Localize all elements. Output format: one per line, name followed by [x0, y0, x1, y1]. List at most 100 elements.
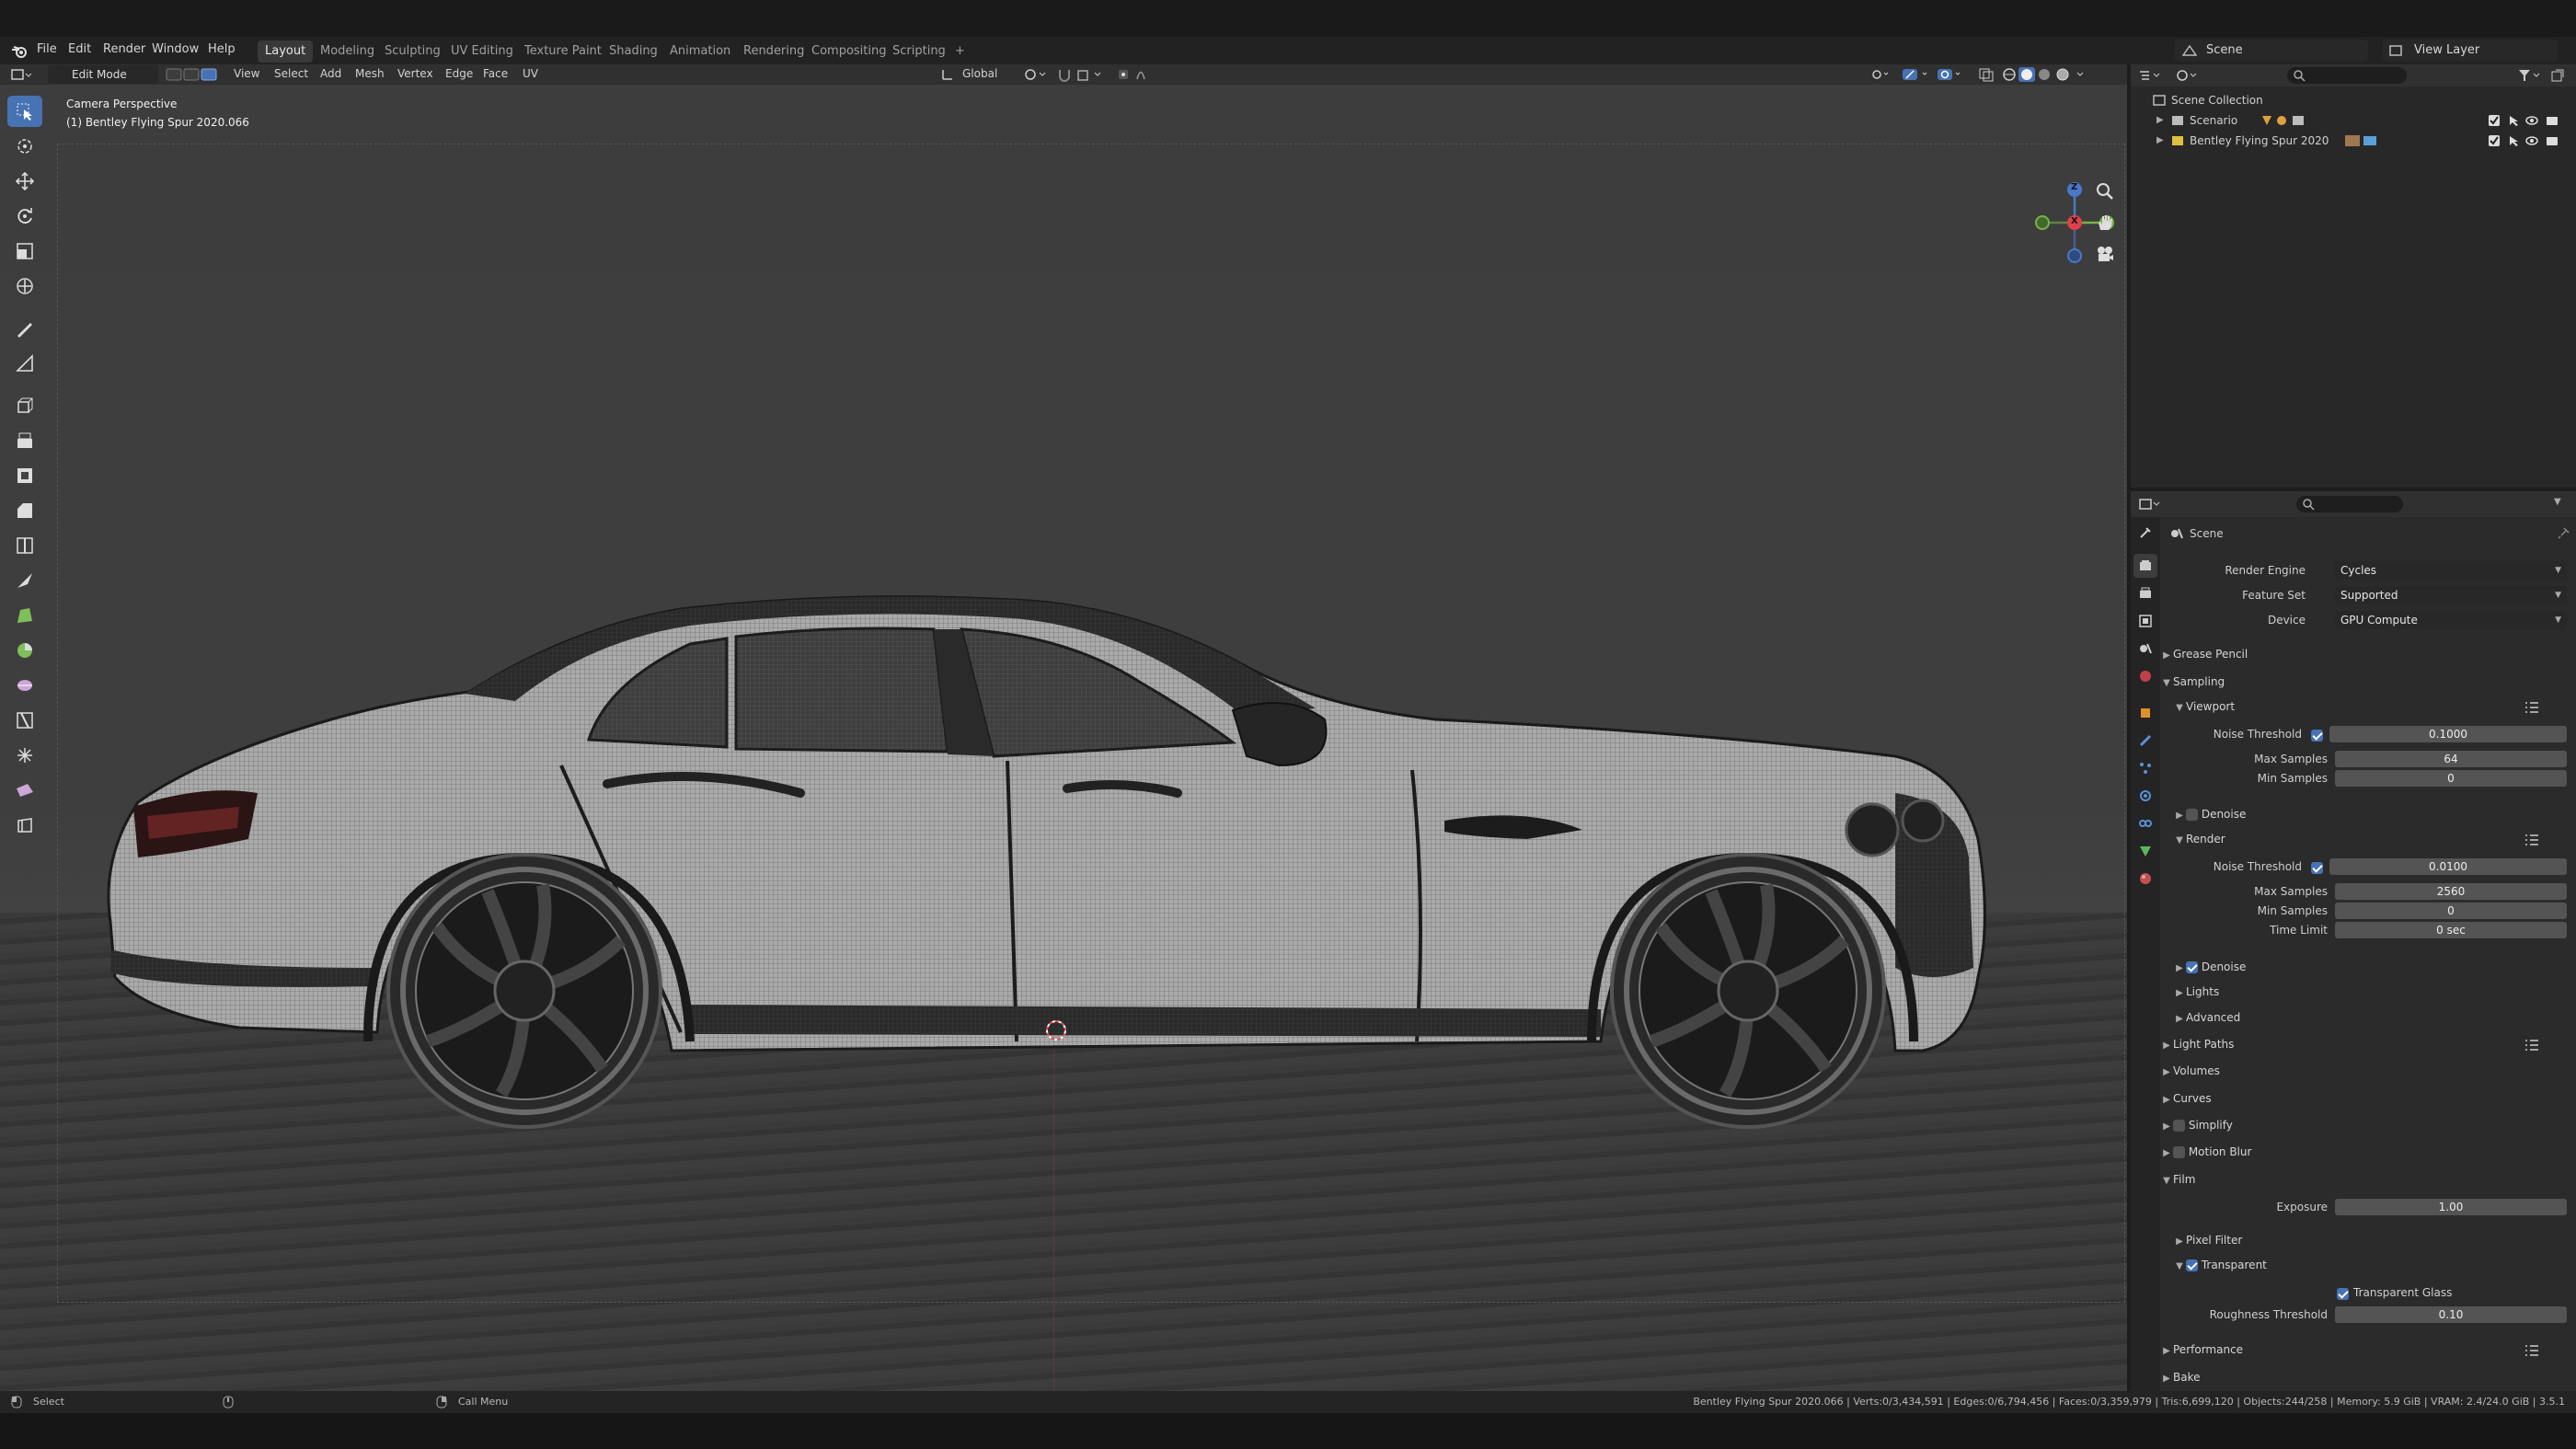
blender-logo-icon[interactable]: [11, 44, 28, 59]
tab-texture-paint[interactable]: Texture Paint: [517, 40, 609, 63]
subsection-advanced[interactable]: ▶ Advanced: [2160, 1007, 2576, 1028]
menu-face[interactable]: Face: [483, 67, 508, 80]
tab-modeling[interactable]: Modeling: [313, 40, 382, 63]
menu-select[interactable]: Select: [274, 67, 308, 80]
poly-build-tool-icon[interactable]: [7, 600, 42, 631]
transparent-glass-checkbox[interactable]: [2337, 1288, 2349, 1300]
visibility-icons[interactable]: [1871, 67, 1963, 82]
r-min-samples-field[interactable]: 0: [2335, 903, 2567, 919]
add-workspace-button[interactable]: +: [948, 40, 972, 63]
section-light-paths[interactable]: ▶ Light Paths: [2160, 1034, 2576, 1054]
vp-noise-threshold-checkbox[interactable]: [2311, 730, 2323, 742]
time-limit-field[interactable]: 0 sec: [2335, 922, 2567, 938]
chevron-down-icon[interactable]: ▼: [2554, 497, 2561, 507]
pan-hand-icon[interactable]: [2096, 213, 2114, 232]
tab-animation[interactable]: Animation: [662, 40, 738, 63]
scene-tab-icon[interactable]: [2133, 637, 2157, 661]
section-sampling[interactable]: ▼ Sampling: [2160, 672, 2576, 692]
select-box-tool-icon[interactable]: [7, 96, 42, 127]
preset-list-icon[interactable]: [2524, 1344, 2539, 1357]
roughness-threshold-field[interactable]: 0.10: [2335, 1306, 2567, 1323]
3d-viewport[interactable]: Camera Perspective (1) Bentley Flying Sp…: [0, 85, 2127, 1391]
r-max-samples-field[interactable]: 2560: [2335, 883, 2567, 900]
preset-list-icon[interactable]: [2524, 1039, 2539, 1052]
menu-mesh[interactable]: Mesh: [355, 67, 385, 80]
subsection-vp-denoise[interactable]: ▶ Denoise: [2160, 804, 2576, 824]
orientation-selector[interactable]: Global: [962, 67, 997, 80]
section-simplify[interactable]: ▶ Simplify: [2160, 1115, 2576, 1135]
render-denoise-checkbox[interactable]: [2186, 961, 2198, 973]
r-noise-threshold-field[interactable]: 0.0100: [2329, 858, 2567, 875]
menu-view[interactable]: View: [234, 67, 259, 80]
subsection-render[interactable]: ▼ Render: [2160, 829, 2576, 849]
tab-scripting[interactable]: Scripting: [885, 40, 953, 63]
rotate-tool-icon[interactable]: [7, 201, 42, 232]
edge-slide-tool-icon[interactable]: [7, 705, 42, 736]
feature-set-select[interactable]: Supported ▼: [2335, 586, 2567, 604]
view-layer-selector[interactable]: View Layer: [2383, 40, 2558, 62]
section-bake[interactable]: ▶ Bake: [2160, 1367, 2576, 1387]
menu-edge[interactable]: Edge: [445, 67, 473, 80]
section-performance[interactable]: ▶ Performance: [2160, 1340, 2576, 1360]
section-volumes[interactable]: ▶ Volumes: [2160, 1061, 2576, 1081]
outliner-search-input[interactable]: [2287, 67, 2407, 84]
preset-list-icon[interactable]: [2524, 701, 2539, 714]
mode-selector[interactable]: Edit Mode: [48, 65, 158, 84]
vp-denoise-checkbox[interactable]: [2186, 809, 2198, 821]
editor-type-icon[interactable]: [11, 67, 33, 82]
menu-window[interactable]: Window: [152, 42, 199, 56]
outliner-row-scenario[interactable]: ▶ Scenario: [2131, 110, 2576, 131]
shrink-fatten-tool-icon[interactable]: [7, 740, 42, 771]
xray-toggle-icon[interactable]: [1978, 67, 1995, 82]
row-visibility-icons[interactable]: [2488, 114, 2570, 127]
object-tab-icon[interactable]: [2133, 701, 2157, 725]
menu-render[interactable]: Render: [103, 42, 145, 56]
tool-tab-icon[interactable]: [2133, 521, 2157, 545]
subsection-lights[interactable]: ▶ Lights: [2160, 982, 2576, 1002]
subsection-transparent[interactable]: ▼ Transparent: [2160, 1255, 2576, 1275]
outliner-row-scene-collection[interactable]: Scene Collection: [2131, 90, 2576, 110]
proportional-edit-icon[interactable]: [1117, 67, 1154, 82]
properties-search-input[interactable]: [2296, 496, 2403, 512]
scene-selector[interactable]: Scene: [2175, 40, 2368, 62]
expand-arrow-icon[interactable]: ▶: [2156, 131, 2164, 151]
pivot-icon[interactable]: [1023, 67, 1049, 82]
tab-compositing[interactable]: Compositing: [804, 40, 894, 63]
camera-view-icon[interactable]: [2096, 245, 2114, 263]
r-noise-threshold-checkbox[interactable]: [2311, 862, 2323, 874]
expand-arrow-icon[interactable]: ▶: [2156, 110, 2164, 131]
tab-layout[interactable]: Layout: [258, 40, 314, 63]
menu-add[interactable]: Add: [320, 67, 341, 80]
new-collection-icon[interactable]: [2550, 68, 2565, 83]
car-mesh[interactable]: [92, 489, 2006, 1152]
menu-file[interactable]: File: [37, 42, 57, 56]
vp-min-samples-field[interactable]: 0: [2335, 770, 2567, 787]
tab-uv-editing[interactable]: UV Editing: [443, 40, 521, 63]
scale-tool-icon[interactable]: [7, 236, 42, 267]
section-curves[interactable]: ▶ Curves: [2160, 1088, 2576, 1109]
exposure-field[interactable]: 1.00: [2335, 1199, 2567, 1215]
move-tool-icon[interactable]: [7, 166, 42, 197]
simplify-checkbox[interactable]: [2173, 1120, 2185, 1132]
extrude-tool-icon[interactable]: [7, 425, 42, 456]
outliner-row-bentley[interactable]: ▶ Bentley Flying Spur 2020: [2131, 131, 2576, 151]
measure-tool-icon[interactable]: [7, 348, 42, 379]
vp-max-samples-field[interactable]: 64: [2335, 751, 2567, 767]
properties-editor-type-icon[interactable]: [2138, 497, 2164, 512]
annotate-tool-icon[interactable]: [7, 313, 42, 344]
subsection-render-denoise[interactable]: ▶ Denoise: [2160, 957, 2576, 977]
menu-edit[interactable]: Edit: [68, 42, 91, 56]
render-engine-select[interactable]: Cycles ▼: [2335, 561, 2567, 580]
zoom-icon[interactable]: [2096, 182, 2114, 201]
section-motion-blur[interactable]: ▶ Motion Blur: [2160, 1142, 2576, 1162]
loop-cut-tool-icon[interactable]: [7, 530, 42, 561]
output-tab-icon[interactable]: [2133, 581, 2157, 605]
transform-tool-icon[interactable]: [7, 270, 42, 302]
menu-vertex[interactable]: Vertex: [397, 67, 433, 80]
tab-rendering[interactable]: Rendering: [736, 40, 811, 63]
data-tab-icon[interactable]: [2133, 839, 2157, 863]
material-tab-icon[interactable]: [2133, 867, 2157, 891]
tab-sculpting[interactable]: Sculpting: [377, 40, 448, 63]
world-tab-icon[interactable]: [2133, 664, 2157, 688]
smooth-tool-icon[interactable]: [7, 670, 42, 701]
